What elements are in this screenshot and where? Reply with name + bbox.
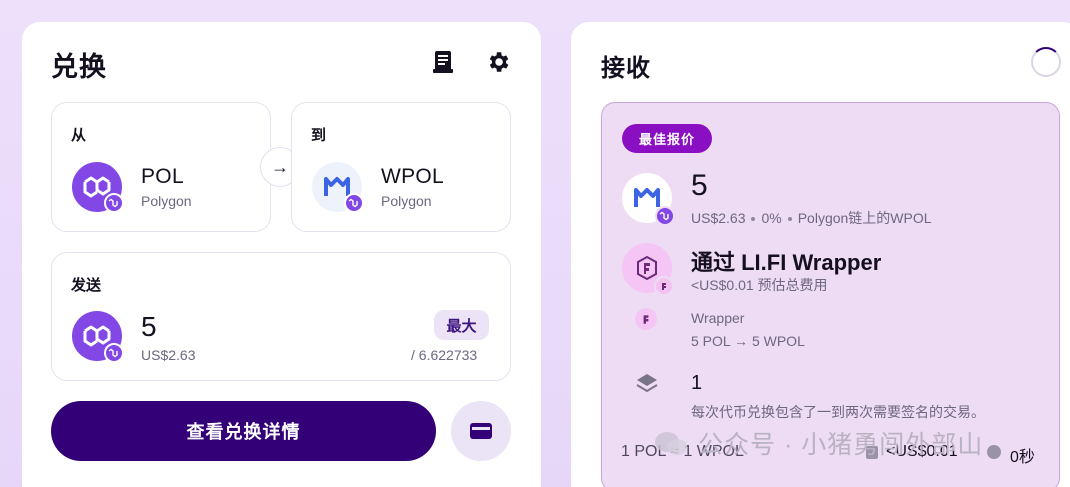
max-button[interactable]: 最大: [434, 310, 489, 340]
receive-title: 接收: [601, 55, 651, 82]
wallet-button[interactable]: [451, 401, 511, 461]
receipt-icon[interactable]: [429, 48, 457, 76]
tx-note: 每次代币兑换包含了一到两次需要签名的交易。: [691, 404, 985, 420]
wechat-icon: [654, 430, 688, 458]
arrow-right-icon: →: [271, 156, 289, 177]
from-token-chain: Polygon: [141, 193, 192, 209]
polygon-chain-icon: [655, 206, 675, 226]
wrapper-step-icon: [635, 308, 657, 330]
estimated-fee: <US$0.01 预估总费用: [691, 277, 828, 293]
swap-title: 兑换: [51, 52, 107, 82]
to-token-symbol: WPOL: [381, 165, 445, 188]
refresh-spinner-icon[interactable]: [1031, 47, 1061, 77]
step-name: Wrapper: [691, 310, 745, 326]
best-quote-badge: 最佳报价: [622, 124, 712, 153]
view-swap-details-button[interactable]: 查看兑换详情: [51, 401, 436, 461]
clock-icon: [987, 445, 1001, 459]
polygon-chain-icon: [344, 193, 364, 213]
token-description: Polygon链上的WPOL: [797, 210, 932, 226]
polygon-chain-icon: [104, 343, 124, 363]
receive-meta: US$2.63 0% Polygon链上的WPOL: [691, 208, 932, 228]
from-label: 从: [71, 127, 87, 144]
step-detail: 5 POL → 5 WPOL: [691, 333, 805, 349]
estimated-time: 0秒: [1010, 449, 1035, 466]
route-via: 通过 LI.FI Wrapper: [691, 250, 882, 275]
to-token-chain: Polygon: [381, 193, 432, 209]
gear-icon[interactable]: [484, 48, 512, 76]
to-label: 到: [311, 127, 327, 144]
receive-amount: 5: [691, 169, 708, 202]
send-amount-input[interactable]: 5: [141, 311, 157, 343]
watermark-text: 公众号 · 小猪勇闯外部山: [698, 431, 984, 459]
send-label: 发送: [71, 277, 102, 294]
from-token-symbol: POL: [141, 165, 184, 188]
wallet-icon: [470, 423, 492, 439]
send-usd-value: US$2.63: [141, 347, 196, 363]
tx-count: 1: [691, 372, 703, 394]
receive-usd: US$2.63: [691, 210, 746, 226]
layers-icon: [634, 370, 660, 401]
balance: / 6.622733: [411, 347, 478, 363]
polygon-chain-icon: [104, 193, 124, 213]
lifi-small-icon: [654, 276, 674, 296]
price-impact: 0%: [761, 210, 782, 226]
